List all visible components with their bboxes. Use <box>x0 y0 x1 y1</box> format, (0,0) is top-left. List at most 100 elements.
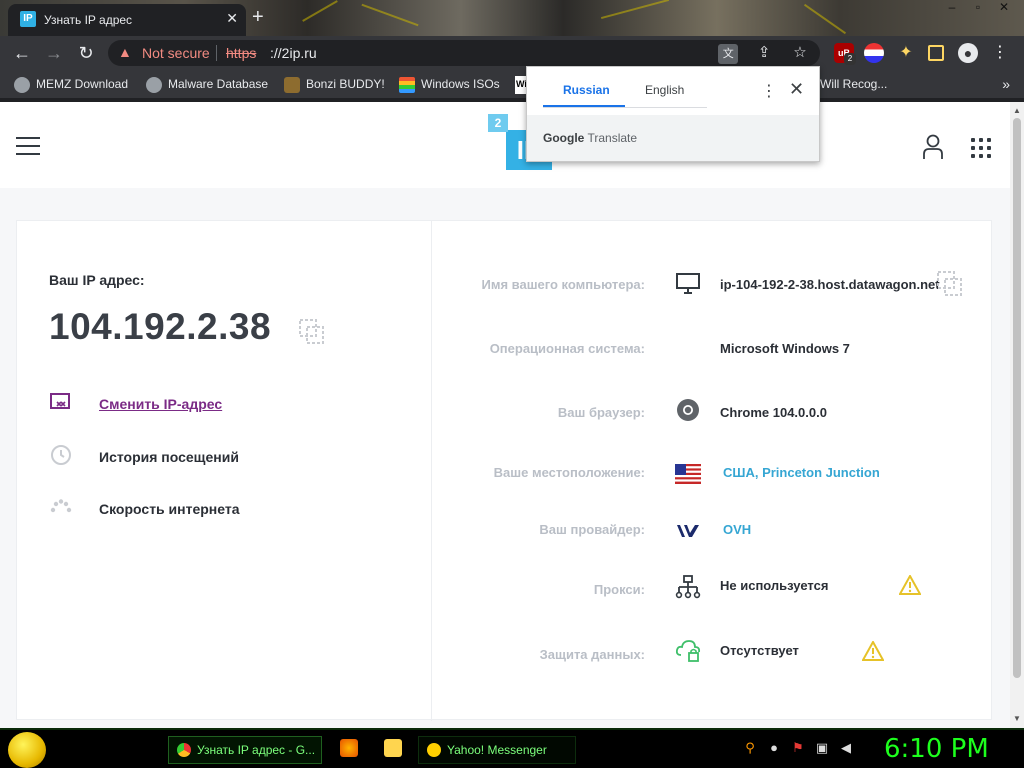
browser-value: Chrome 104.0.0.0 <box>720 405 827 420</box>
reload-icon[interactable]: ↻ <box>76 43 96 63</box>
bookmark-item[interactable]: MEMZ Download <box>14 76 128 94</box>
google-translate-brand: Google Translate <box>543 131 638 145</box>
address-bar[interactable]: ▲ Not secure https ://2ip.ru 文 ⇪ ☆ <box>108 40 820 66</box>
maximize-button[interactable]: ▫ <box>966 0 990 16</box>
translate-tab-divider <box>543 107 707 108</box>
bookmark-star-icon[interactable]: ☆ <box>790 43 810 63</box>
tab-close-icon[interactable]: ✕ <box>226 10 238 27</box>
action-center-flag-icon[interactable]: ⚑ <box>790 740 806 756</box>
volume-icon[interactable]: ◀ <box>838 740 854 756</box>
bookmark-item[interactable]: Malware Database <box>146 76 268 94</box>
url-scheme: https <box>226 45 257 61</box>
row-label-browser: Ваш браузер: <box>557 405 645 420</box>
copy-icon[interactable] <box>299 319 325 345</box>
close-window-button[interactable]: ✕ <box>992 0 1016 16</box>
site-header: IP 2 <box>0 102 1010 188</box>
browser-tab[interactable]: IP Узнать IP адрес ✕ <box>8 4 246 36</box>
bookmark-item[interactable]: Bonzi BUDDY! <box>284 76 385 94</box>
translate-icon[interactable]: 文 <box>718 44 739 64</box>
vpn-flag-icon[interactable] <box>864 43 884 63</box>
tab-favicon-icon: IP <box>20 11 36 27</box>
ip-value[interactable]: 104.192.2.38 <box>49 306 271 348</box>
tab-title: Узнать IP адрес <box>44 13 133 27</box>
ovh-icon <box>677 525 699 537</box>
side-panel-icon[interactable] <box>928 45 944 61</box>
translate-active-underline <box>543 105 625 107</box>
us-flag-icon <box>675 464 701 484</box>
bookmark-item[interactable]: Will Recog... <box>820 76 887 94</box>
share-icon[interactable]: ⇪ <box>754 43 774 63</box>
globe-icon <box>14 76 30 93</box>
not-secure-label[interactable]: Not secure <box>142 45 210 61</box>
bonzi-icon <box>284 76 300 93</box>
url-host: ://2ip.ru <box>270 45 317 61</box>
translate-options-kebab-icon[interactable]: ⋮ <box>761 81 777 101</box>
screen: IP Узнать IP адрес ✕ + – ▫ ✕ ← → ↻ ▲ Not… <box>0 0 1024 768</box>
change-ip-icon[interactable] <box>49 391 73 415</box>
extensions-area: uB 2 ✦ ● ⋮ <box>834 41 1014 65</box>
menu-kebab-icon[interactable]: ⋮ <box>990 43 1010 63</box>
row-label-os: Операционная система: <box>489 341 645 356</box>
copy-hostname-icon[interactable] <box>937 271 963 297</box>
system-tray: ⚲ ● ⚑ ▣ ◀ <box>742 738 862 758</box>
speed-link[interactable]: Скорость интернета <box>99 501 240 517</box>
bookmarks-overflow-icon[interactable]: » <box>1002 76 1010 92</box>
row-label-data-protection: Защита данных: <box>539 647 645 662</box>
computer-name-value[interactable]: ip-104-192-2-38.host.datawagon.net <box>720 277 940 292</box>
ip-info-card: Ваш IP адрес: 104.192.2.38 Сменить IP-ад… <box>16 220 992 721</box>
web-page: IP 2 Ваш IP адрес: 104.192.2.38 <box>0 102 1010 728</box>
scroll-thumb[interactable] <box>1013 118 1021 678</box>
apps-grid-icon[interactable] <box>971 138 991 158</box>
speed-icon[interactable] <box>49 496 73 520</box>
scroll-up-arrow-icon[interactable]: ▲ <box>1013 106 1021 115</box>
chrome-icon <box>177 743 191 757</box>
warning-icon <box>862 641 884 661</box>
monitor-icon <box>676 273 700 294</box>
scroll-down-arrow-icon[interactable]: ▼ <box>1013 714 1021 723</box>
page-scrollbar[interactable]: ▲ ▼ <box>1010 102 1024 728</box>
tab-strip: IP Узнать IP адрес ✕ + – ▫ ✕ <box>0 0 1024 36</box>
user-icon[interactable] <box>922 134 944 160</box>
bookmarks-bar: MEMZ Download Malware Database Bonzi BUD… <box>0 70 1024 98</box>
change-ip-link[interactable]: Сменить IP-адрес <box>99 396 222 412</box>
back-arrow-icon[interactable]: ← <box>12 43 32 63</box>
translate-popup: Russian English ⋮ ✕ Google Translate <box>526 66 820 162</box>
chrome-icon <box>677 399 699 421</box>
tab-russian[interactable]: Russian <box>563 83 610 97</box>
ip-label: Ваш IP адрес: <box>49 272 145 288</box>
network-tray-icon[interactable]: ▣ <box>814 740 830 756</box>
row-label-proxy: Прокси: <box>593 582 645 597</box>
profile-avatar-icon[interactable]: ● <box>958 43 978 63</box>
location-link[interactable]: США, Princeton Junction <box>723 465 880 480</box>
address-separator <box>216 45 217 61</box>
windows-flag-icon <box>399 76 415 93</box>
folder-icon[interactable] <box>384 739 402 757</box>
new-tab-plus-icon[interactable]: + <box>252 6 264 29</box>
search-icon[interactable]: ⚲ <box>742 740 758 756</box>
taskbar-task-chrome[interactable]: Узнать IP адрес - G... <box>168 736 322 764</box>
cloud-lock-icon <box>675 640 701 662</box>
toolbar: ← → ↻ ▲ Not secure https ://2ip.ru 文 ⇪ ☆… <box>0 36 1024 70</box>
history-link[interactable]: История посещений <box>99 449 239 465</box>
bookmark-item[interactable]: Windows ISOs <box>399 76 500 94</box>
globe-icon <box>146 76 162 93</box>
yahoo-smiley-icon <box>427 743 441 757</box>
minimize-button[interactable]: – <box>940 0 964 16</box>
firefox-icon[interactable] <box>340 739 358 757</box>
taskbar-task-yahoo[interactable]: Yahoo! Messenger <box>418 736 576 764</box>
tab-english[interactable]: English <box>645 83 684 97</box>
network-icon <box>675 575 701 599</box>
start-button-smiley-icon[interactable] <box>8 732 46 768</box>
taskbar-clock[interactable]: 6:10 PM <box>884 734 989 764</box>
data-protection-value: Отсутствует <box>720 643 799 658</box>
provider-link[interactable]: OVH <box>723 522 751 537</box>
ublock-badge: 2 <box>844 53 856 65</box>
row-label-computer: Имя вашего компьютера: <box>481 277 645 292</box>
proxy-value: Не используется <box>720 578 829 593</box>
history-icon[interactable] <box>49 443 73 467</box>
forward-arrow-icon[interactable]: → <box>44 43 64 63</box>
translate-close-icon[interactable]: ✕ <box>789 79 804 100</box>
puzzle-extensions-icon[interactable]: ✦ <box>896 43 916 63</box>
warning-triangle-icon[interactable]: ▲ <box>118 44 134 60</box>
status-icon[interactable]: ● <box>766 740 782 756</box>
